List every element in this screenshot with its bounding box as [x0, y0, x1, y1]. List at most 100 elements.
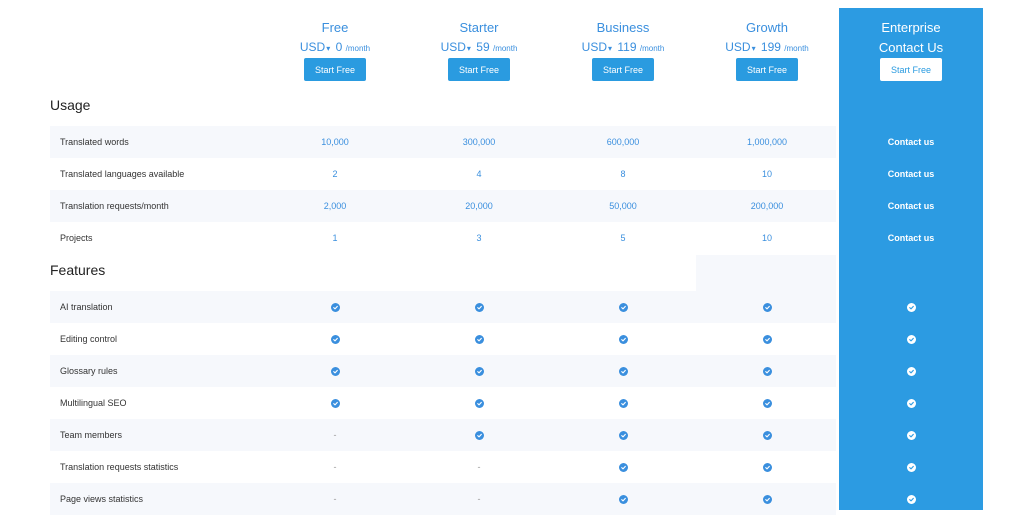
price-period: /month [639, 44, 665, 53]
table-row: Translation requests statistics - - [50, 451, 836, 483]
table-row: Translation requests/month 2,000 20,000 50,… [50, 190, 836, 222]
check-circle-icon [263, 291, 407, 323]
cell-value: 10 [761, 233, 772, 243]
check-circle-icon [551, 355, 695, 387]
enterprise-cell: Contact us [887, 169, 935, 179]
start-free-button[interactable]: Start Free [304, 58, 366, 81]
check-circle-icon [839, 483, 983, 515]
row-label: Multilingual SEO [60, 398, 127, 408]
contact-us-price: Contact Us [878, 40, 944, 55]
cell-value: 2,000 [323, 201, 347, 211]
enterprise-cell: Contact us [887, 233, 935, 243]
plan-price[interactable]: USD▾ 119 /month [551, 40, 695, 54]
cell-value: 1 [332, 233, 338, 243]
row-label: Projects [60, 233, 93, 243]
start-free-button[interactable]: Start Free [448, 58, 510, 81]
plan-price[interactable]: USD▾ 199 /month [695, 40, 839, 54]
cell-value: 20,000 [465, 201, 493, 211]
check-circle-icon [839, 323, 983, 355]
check-circle-icon [551, 291, 695, 323]
chevron-down-icon[interactable]: ▾ [326, 44, 330, 53]
check-circle-icon [695, 355, 839, 387]
check-circle-icon [695, 291, 839, 323]
cell-value: 2 [332, 169, 338, 179]
check-circle-icon [695, 451, 839, 483]
chevron-down-icon[interactable]: ▾ [752, 44, 756, 53]
row-label: Editing control [60, 334, 118, 344]
currency-select[interactable]: USD [300, 40, 325, 54]
check-circle-icon [695, 323, 839, 355]
check-circle-icon [407, 323, 551, 355]
table-row: AI translation [50, 291, 836, 323]
check-circle-icon [839, 387, 983, 419]
start-free-button[interactable]: Start Free [880, 58, 942, 81]
currency-select[interactable]: USD [582, 40, 607, 54]
cell-value: 300,000 [462, 137, 496, 147]
check-circle-icon [839, 419, 983, 451]
check-circle-icon [839, 451, 983, 483]
currency-select[interactable]: USD [725, 40, 750, 54]
check-circle-icon [551, 387, 695, 419]
cell-value: 600,000 [606, 137, 640, 147]
row-label: Translated words [60, 137, 129, 147]
row-label: Translation requests statistics [60, 462, 179, 472]
row-label: AI translation [60, 302, 113, 312]
cell-value: 8 [620, 169, 626, 179]
plan-price[interactable]: USD▾ 0 /month [263, 40, 407, 54]
table-row: Editing control [50, 323, 836, 355]
check-circle-icon [839, 355, 983, 387]
not-included-dash: - [333, 430, 337, 440]
row-label: Team members [60, 430, 123, 440]
section-title-usage: Usage [50, 97, 91, 113]
check-circle-icon [551, 483, 695, 515]
not-included-dash: - [333, 494, 337, 504]
cell-value: 1,000,000 [746, 137, 788, 147]
row-label: Glossary rules [60, 366, 118, 376]
row-label: Page views statistics [60, 494, 144, 504]
check-circle-icon [839, 291, 983, 323]
table-row: Page views statistics - - [50, 483, 836, 515]
price-period: /month [784, 44, 809, 53]
check-circle-icon [263, 387, 407, 419]
cell-value: 5 [620, 233, 626, 243]
plan-price[interactable]: USD▾ 59 /month [407, 40, 551, 54]
cell-value: 10 [761, 169, 772, 179]
not-included-dash: - [477, 494, 481, 504]
chevron-down-icon[interactable]: ▾ [467, 44, 471, 53]
check-circle-icon [551, 323, 695, 355]
check-circle-icon [695, 387, 839, 419]
empty-cell [696, 255, 836, 292]
table-row: Translated words 10,000 300,000 600,000 1,00… [50, 126, 836, 158]
enterprise-cell: Contact us [887, 137, 935, 147]
not-included-dash: - [477, 462, 481, 472]
check-circle-icon [407, 355, 551, 387]
chevron-down-icon[interactable]: ▾ [608, 44, 612, 53]
table-row: Team members - [50, 419, 836, 451]
table-row: Projects 1 3 5 10 [50, 222, 836, 254]
start-free-button[interactable]: Start Free [736, 58, 798, 81]
enterprise-cell: Contact us [887, 201, 935, 211]
table-row: Multilingual SEO [50, 387, 836, 419]
row-label: Translation requests/month [60, 201, 169, 211]
check-circle-icon [407, 419, 551, 451]
cell-value: 4 [476, 169, 482, 179]
check-circle-icon [407, 387, 551, 419]
start-free-button[interactable]: Start Free [592, 58, 654, 81]
table-row: Glossary rules [50, 355, 836, 387]
check-circle-icon [407, 291, 551, 323]
table-row: Translated languages available 2 4 8 10 [50, 158, 836, 190]
price-value: 119 [617, 40, 637, 54]
check-circle-icon [263, 323, 407, 355]
cell-value: 50,000 [609, 201, 637, 211]
row-label: Translated languages available [60, 169, 185, 179]
section-title-features: Features [50, 262, 106, 278]
plan-name: Free [321, 20, 349, 35]
cell-value: 200,000 [750, 201, 784, 211]
check-circle-icon [263, 355, 407, 387]
not-included-dash: - [333, 462, 337, 472]
price-period: /month [345, 44, 371, 53]
currency-select[interactable]: USD [441, 40, 466, 54]
plan-name: Growth [746, 20, 788, 35]
plan-name: Starter [459, 20, 499, 35]
cell-value: 3 [476, 233, 482, 243]
